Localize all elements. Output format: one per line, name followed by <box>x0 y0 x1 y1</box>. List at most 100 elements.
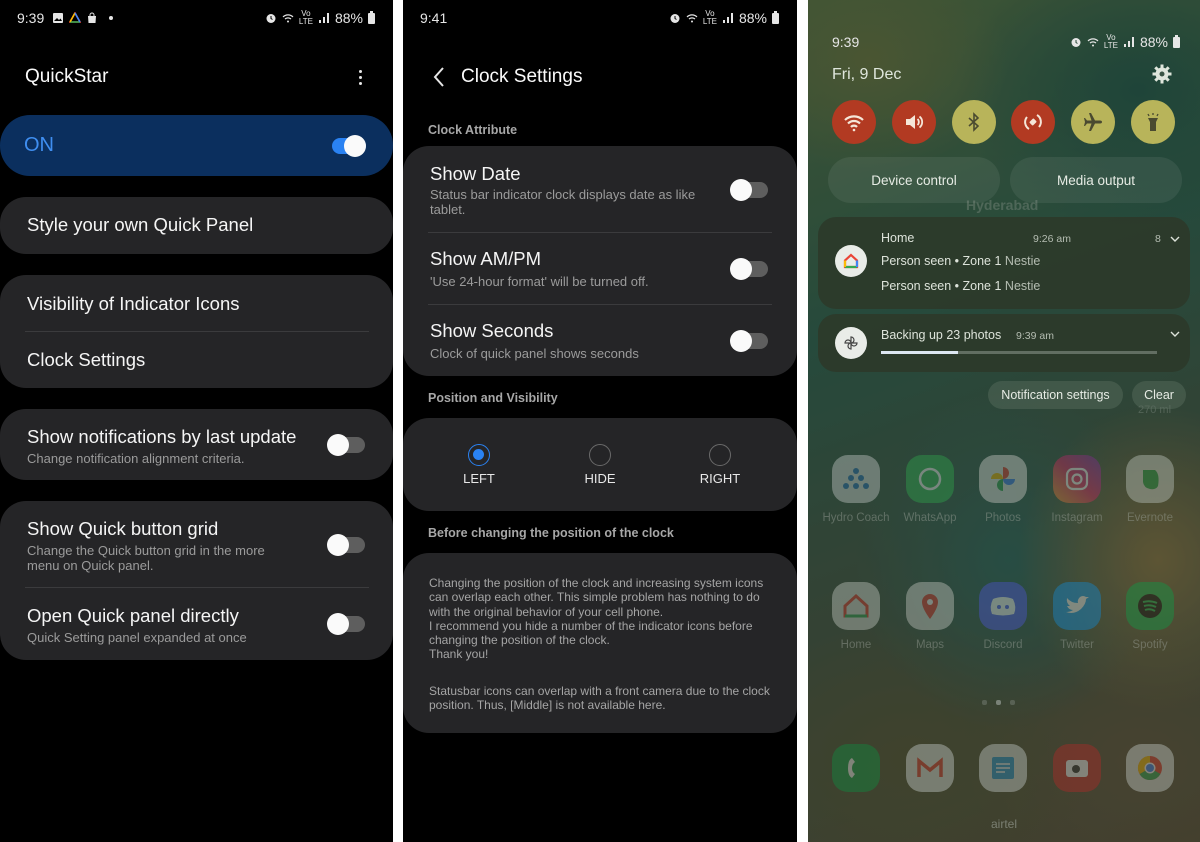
clock-settings-screen: 9:41 Vo LTE 88% Clock Settings Clock Attr… <box>403 0 797 842</box>
date-label: Fri, 9 Dec <box>832 66 902 83</box>
notif-by-update-subtitle: Change notification alignment criteria. <box>27 451 245 466</box>
style-quick-panel-item[interactable]: Style your own Quick Panel <box>0 197 393 254</box>
page-title: Clock Settings <box>461 66 583 87</box>
divider <box>25 587 369 588</box>
backup-time: 9:39 am <box>1016 330 1054 342</box>
quick-grid-switch[interactable] <box>327 534 365 556</box>
show-date-title: Show Date <box>430 163 521 184</box>
clock-position-radio-group: LEFT HIDE RIGHT <box>403 418 797 511</box>
position-left-radio[interactable] <box>468 444 490 466</box>
expand-chevron-icon[interactable] <box>1170 234 1180 244</box>
signal-icon <box>318 13 329 23</box>
notification-backup[interactable]: Backing up 23 photos 9:39 am <box>818 314 1190 372</box>
device-control-button[interactable]: Device control <box>828 157 1000 203</box>
expand-chevron-icon[interactable] <box>1170 329 1180 339</box>
notification-app-name: Home <box>881 231 915 245</box>
clear-notifications-button[interactable]: Clear <box>1132 381 1186 409</box>
style-quick-panel-label: Style your own Quick Panel <box>27 214 254 235</box>
tile-flashlight[interactable] <box>1131 100 1175 144</box>
position-hide-radio[interactable] <box>589 444 611 466</box>
tile-sound[interactable] <box>892 100 936 144</box>
backup-progress-bar <box>881 351 1157 354</box>
battery-percent: 88% <box>334 10 363 26</box>
quick-panel-screen: Hydro Coach WhatsApp Photos Instagram Ev… <box>808 0 1200 842</box>
signal-icon <box>722 13 733 23</box>
notification-home[interactable]: Home 9:26 am 8 Person seen • Zone 1 Nest… <box>818 217 1190 309</box>
battery-icon <box>1173 34 1180 48</box>
back-arrow-icon[interactable] <box>431 66 447 88</box>
position-left-label[interactable]: LEFT <box>439 471 519 486</box>
show-seconds-subtitle: Clock of quick panel shows seconds <box>430 346 639 361</box>
battery-icon <box>772 10 779 24</box>
open-directly-title: Open Quick panel directly <box>27 605 239 626</box>
notification-count: 8 <box>1155 233 1161 245</box>
clock-settings-label: Clock Settings <box>27 349 146 370</box>
volte-indicator: Vo LTE <box>702 9 717 26</box>
status-bar: 9:39 Vo LTE 88% <box>17 9 375 27</box>
tile-bluetooth[interactable] <box>952 100 996 144</box>
tile-auto-rotate[interactable] <box>1011 100 1055 144</box>
clock-settings-item[interactable]: Clock Settings <box>0 332 393 388</box>
tile-airplane-mode[interactable] <box>1071 100 1115 144</box>
open-directly-switch[interactable] <box>327 613 365 635</box>
tile-wifi[interactable] <box>832 100 876 144</box>
wifi-icon <box>844 115 864 132</box>
wifi-icon <box>1087 38 1099 47</box>
show-seconds-switch[interactable] <box>730 330 768 352</box>
app-title: QuickStar <box>25 66 109 87</box>
position-hide-label[interactable]: HIDE <box>560 471 640 486</box>
quick-panel-options-group: Show Quick button grid Change the Quick … <box>0 501 393 660</box>
battery-icon <box>368 10 375 24</box>
signal-icon <box>1123 37 1134 47</box>
notif-by-update-switch[interactable] <box>327 434 365 456</box>
status-time: 9:39 <box>17 10 45 26</box>
master-toggle-switch[interactable] <box>328 135 366 157</box>
note-card: Changing the position of the clock and i… <box>403 553 797 733</box>
quickstar-screen: 9:39 Vo LTE 88% QuickStar ON Style your o… <box>0 0 393 842</box>
indicator-clock-group: Visibility of Indicator Icons Clock Sett… <box>0 275 393 388</box>
show-ampm-title: Show AM/PM <box>430 248 542 269</box>
notification-time: 9:26 am <box>1033 233 1071 245</box>
show-date-item[interactable]: Show Date Status bar indicator clock dis… <box>403 146 797 232</box>
flashlight-icon <box>1147 113 1159 131</box>
sound-icon <box>906 115 924 129</box>
clock-attribute-group: Show Date Status bar indicator clock dis… <box>403 146 797 376</box>
more-options-icon[interactable] <box>350 64 370 90</box>
airplane-icon <box>1084 113 1102 131</box>
section-before-changing: Before changing the position of the cloc… <box>428 526 674 540</box>
volte-indicator: Vo LTE <box>1103 33 1118 50</box>
show-ampm-switch[interactable] <box>730 258 768 280</box>
backup-progress-fill <box>881 351 959 354</box>
visibility-indicator-icons-item[interactable]: Visibility of Indicator Icons <box>0 275 393 331</box>
quick-grid-title: Show Quick button grid <box>27 518 219 539</box>
master-toggle-card[interactable]: ON <box>0 115 393 176</box>
notif-by-update-title: Show notifications by last update <box>27 426 297 447</box>
section-clock-attribute: Clock Attribute <box>428 123 518 137</box>
section-position-visibility: Position and Visibility <box>428 391 558 405</box>
position-right-radio[interactable] <box>709 444 731 466</box>
status-bar: 9:41 Vo LTE 88% <box>420 9 779 27</box>
show-ampm-item[interactable]: Show AM/PM 'Use 24-hour format' will be … <box>403 233 797 304</box>
status-time: 9:39 <box>832 34 860 50</box>
google-home-app-icon <box>835 245 867 277</box>
notification-line: Person seen • Zone 1 Nestie <box>881 279 1041 293</box>
note-paragraph-2: Statusbar icons can overlap with a front… <box>429 684 770 713</box>
battery-percent: 88% <box>1139 34 1168 50</box>
notification-line: Person seen • Zone 1 Nestie <box>881 254 1041 268</box>
gallery-icon <box>53 13 64 23</box>
photos-backup-icon <box>835 327 867 359</box>
alarm-icon <box>266 14 276 23</box>
notification-settings-button[interactable]: Notification settings <box>988 381 1123 409</box>
auto-rotate-icon <box>1024 114 1042 130</box>
notif-by-update-item[interactable]: Show notifications by last update Change… <box>0 409 393 480</box>
media-output-button[interactable]: Media output <box>1010 157 1182 203</box>
position-right-label[interactable]: RIGHT <box>680 471 760 486</box>
bluetooth-icon <box>968 112 980 132</box>
show-date-switch[interactable] <box>730 179 768 201</box>
wifi-icon <box>282 14 294 23</box>
status-time: 9:41 <box>420 10 448 26</box>
settings-gear-icon[interactable] <box>1152 64 1172 84</box>
show-seconds-title: Show Seconds <box>430 320 554 341</box>
show-seconds-item[interactable]: Show Seconds Clock of quick panel shows … <box>403 305 797 376</box>
google-home-icon <box>69 12 82 23</box>
